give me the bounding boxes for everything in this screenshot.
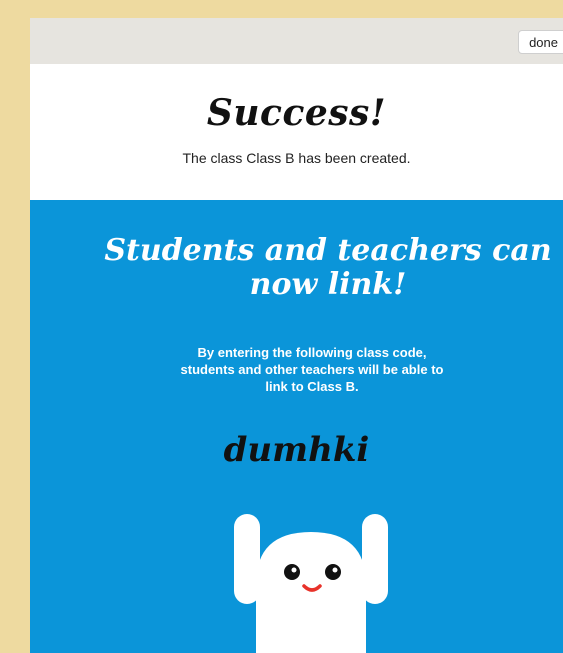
- waving-ghost-mascot-icon: [234, 514, 388, 653]
- success-title: Success!: [206, 92, 387, 134]
- top-bar: done: [30, 18, 563, 64]
- link-headline: Students and teachers can now link!: [48, 234, 563, 302]
- headline-line-2: now link!: [249, 267, 407, 302]
- link-description: By entering the following class code, st…: [140, 344, 484, 395]
- done-button[interactable]: done: [518, 30, 563, 54]
- success-message: The class Class B has been created.: [182, 150, 411, 166]
- description-line-1: By entering the following class code,: [197, 345, 427, 360]
- class-code-panel: Students and teachers can now link! By e…: [30, 200, 563, 653]
- app-window: done Success! The class Class B has been…: [30, 18, 563, 653]
- success-panel: Success! The class Class B has been crea…: [30, 64, 563, 200]
- headline-line-1: Students and teachers can: [104, 233, 552, 268]
- description-line-3: link to Class B.: [265, 379, 359, 394]
- class-code: dumhki: [223, 430, 370, 470]
- description-line-2: students and other teachers will be able…: [180, 362, 444, 377]
